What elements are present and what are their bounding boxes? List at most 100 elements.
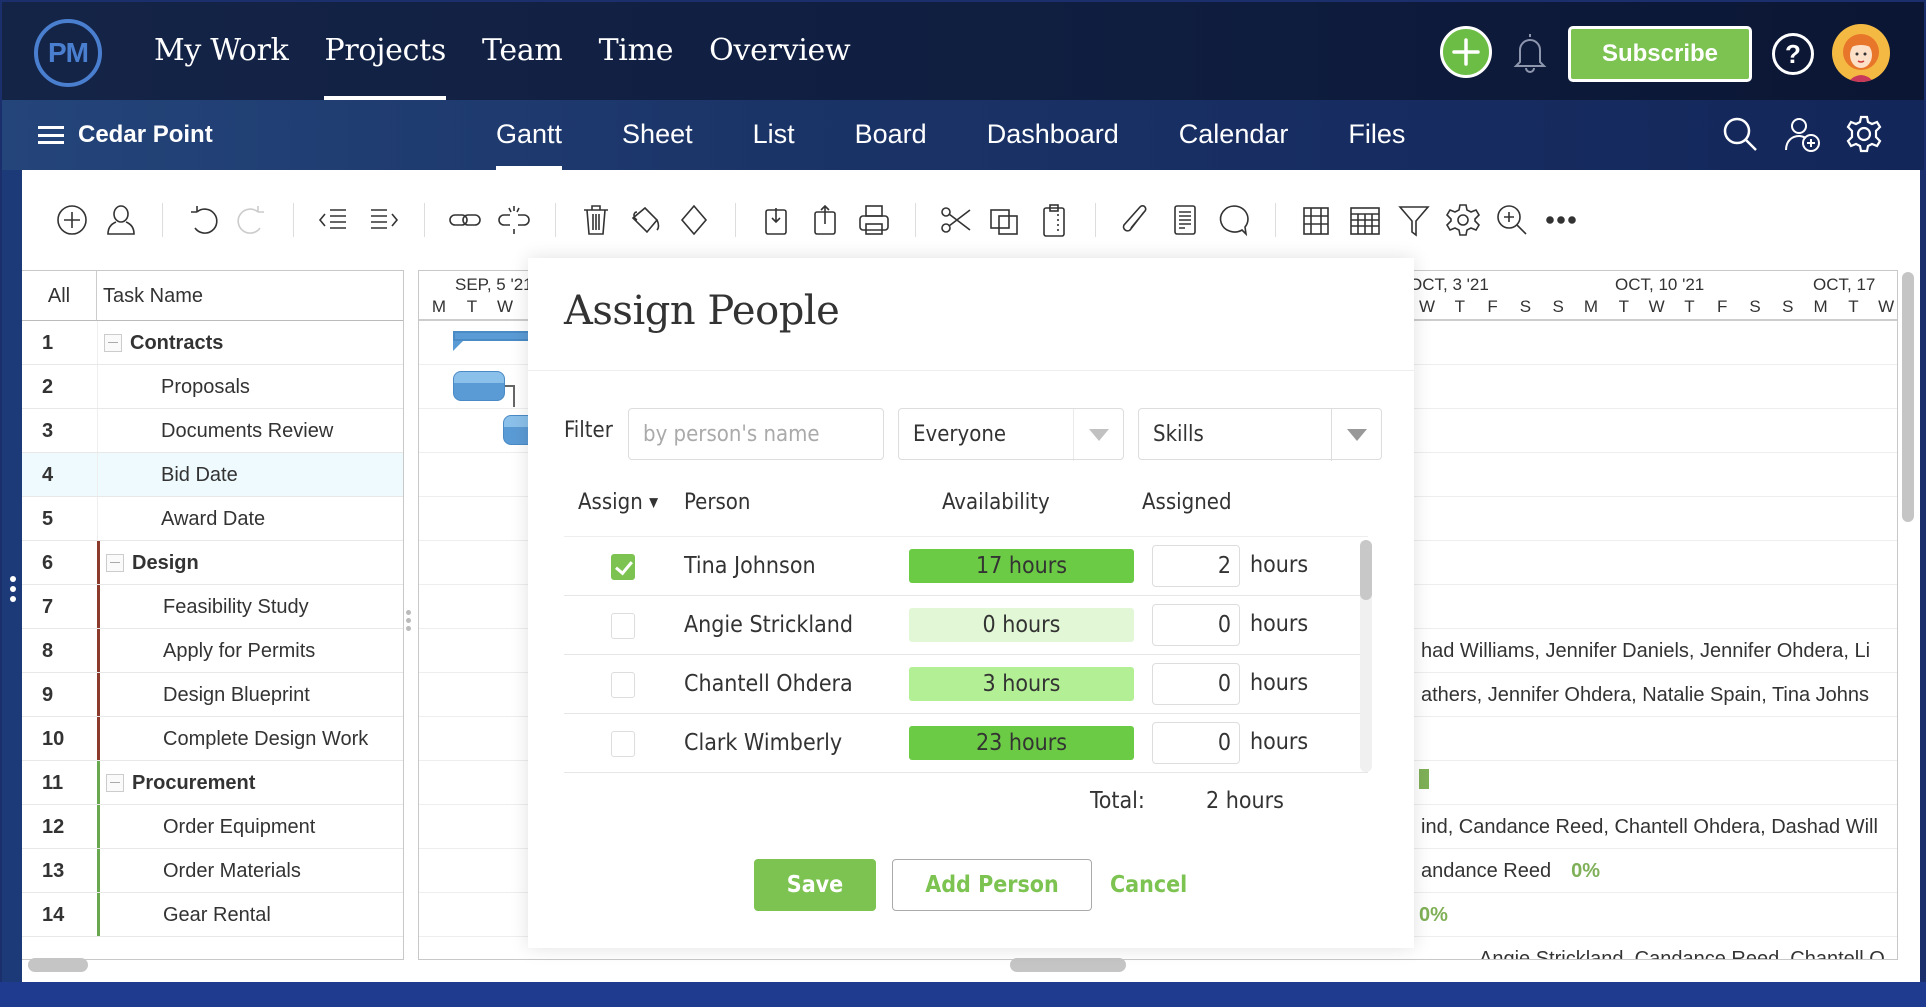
add-member-icon[interactable]: [1782, 114, 1822, 154]
zoom-button[interactable]: [1492, 200, 1532, 240]
task-row[interactable]: 2 Proposals: [22, 365, 403, 409]
search-icon[interactable]: [1720, 114, 1760, 154]
assign-column-header[interactable]: Assign ▼: [578, 490, 658, 515]
task-name[interactable]: Order Equipment: [97, 805, 403, 848]
task-row[interactable]: 5 Award Date: [22, 497, 403, 541]
collapse-icon[interactable]: [106, 553, 124, 572]
task-row[interactable]: 6 Design: [22, 541, 403, 585]
tab-files[interactable]: Files: [1318, 100, 1435, 170]
notes-button[interactable]: [1165, 200, 1205, 240]
task-name-header[interactable]: Task Name: [97, 271, 203, 320]
save-button[interactable]: Save: [754, 859, 876, 911]
settings-button[interactable]: [1443, 200, 1483, 240]
gantt-horizontal-scroll[interactable]: [1010, 958, 1126, 972]
collapse-icon[interactable]: [104, 333, 122, 352]
notifications-button[interactable]: [1510, 30, 1550, 74]
task-bar[interactable]: [453, 371, 505, 401]
task-row[interactable]: 11 Procurement: [22, 761, 403, 805]
task-row[interactable]: 7 Feasibility Study: [22, 585, 403, 629]
tab-board[interactable]: Board: [825, 100, 957, 170]
nav-team[interactable]: Team: [464, 2, 581, 100]
task-group-name[interactable]: Procurement: [97, 761, 403, 804]
tab-dashboard[interactable]: Dashboard: [957, 100, 1149, 170]
task-row[interactable]: 1 Contracts: [22, 321, 403, 365]
assigned-hours-input[interactable]: [1152, 545, 1240, 587]
collapse-icon[interactable]: [106, 773, 124, 792]
assign-button[interactable]: [101, 200, 141, 240]
cut-button[interactable]: [936, 200, 976, 240]
nav-time[interactable]: Time: [581, 2, 692, 100]
delete-button[interactable]: [576, 200, 616, 240]
vertical-scrollbar[interactable]: [1900, 270, 1918, 950]
nav-projects[interactable]: Projects: [306, 2, 464, 100]
copy-button[interactable]: [985, 200, 1025, 240]
attach-button[interactable]: [1116, 200, 1156, 240]
task-name[interactable]: Documents Review: [97, 409, 403, 452]
grid-button[interactable]: [1345, 200, 1385, 240]
task-name[interactable]: Feasibility Study: [97, 585, 403, 628]
rail-menu-icon[interactable]: [10, 576, 16, 602]
unlink-button[interactable]: [494, 200, 534, 240]
user-avatar[interactable]: [1832, 24, 1890, 82]
summary-bar-green[interactable]: [1419, 769, 1429, 789]
task-name[interactable]: Bid Date: [97, 453, 403, 496]
scroll-thumb[interactable]: [1360, 540, 1372, 600]
undo-button[interactable]: [183, 200, 223, 240]
task-name[interactable]: Gear Rental: [97, 893, 403, 936]
gear-icon[interactable]: [1844, 114, 1884, 154]
filter-button[interactable]: [1394, 200, 1434, 240]
assign-checkbox[interactable]: [611, 731, 635, 757]
milestone-button[interactable]: [674, 200, 714, 240]
export-button[interactable]: [805, 200, 845, 240]
scroll-thumb[interactable]: [1902, 272, 1914, 522]
import-button[interactable]: [756, 200, 796, 240]
columns-button[interactable]: [1296, 200, 1336, 240]
add-person-button[interactable]: Add Person: [892, 859, 1092, 911]
assigned-hours-input[interactable]: [1152, 663, 1240, 705]
tab-sheet[interactable]: Sheet: [592, 100, 723, 170]
nav-my-work[interactable]: My Work: [136, 2, 306, 100]
add-task-button[interactable]: [52, 200, 92, 240]
task-group-name[interactable]: Contracts: [97, 321, 403, 364]
more-button[interactable]: [1541, 200, 1581, 240]
global-add-button[interactable]: [1440, 26, 1492, 78]
paste-button[interactable]: [1034, 200, 1074, 240]
pm-logo[interactable]: PM: [34, 19, 102, 87]
task-name[interactable]: Proposals: [97, 365, 403, 408]
pane-splitter-icon[interactable]: [406, 610, 411, 631]
task-row[interactable]: 13 Order Materials: [22, 849, 403, 893]
grid-horizontal-scroll[interactable]: [28, 958, 88, 972]
print-button[interactable]: [854, 200, 894, 240]
assign-checkbox[interactable]: [611, 554, 635, 580]
outdent-button[interactable]: [314, 200, 354, 240]
project-menu[interactable]: Cedar Point: [38, 100, 213, 170]
skills-select[interactable]: Skills: [1138, 408, 1382, 461]
nav-overview[interactable]: Overview: [691, 2, 868, 100]
assigned-hours-input[interactable]: [1152, 722, 1240, 764]
tab-gantt[interactable]: Gantt: [478, 100, 592, 170]
task-name[interactable]: Design Blueprint: [97, 673, 403, 716]
task-group-name[interactable]: Design: [97, 541, 403, 584]
subscribe-button[interactable]: Subscribe: [1568, 26, 1752, 82]
people-list-scrollbar[interactable]: [1360, 540, 1372, 772]
assigned-hours-input[interactable]: [1152, 604, 1240, 646]
left-rail[interactable]: [2, 170, 22, 982]
select-all-header[interactable]: All: [22, 271, 97, 320]
task-row[interactable]: 3 Documents Review: [22, 409, 403, 453]
task-row[interactable]: 9 Design Blueprint: [22, 673, 403, 717]
person-filter-input[interactable]: [628, 408, 884, 460]
comment-button[interactable]: [1214, 200, 1254, 240]
task-name[interactable]: Award Date: [97, 497, 403, 540]
link-button[interactable]: [445, 200, 485, 240]
task-name[interactable]: Order Materials: [97, 849, 403, 892]
summary-bar[interactable]: [453, 331, 533, 341]
assign-checkbox[interactable]: [611, 672, 635, 698]
task-row[interactable]: 4 Bid Date: [22, 453, 403, 497]
task-row[interactable]: 14 Gear Rental: [22, 893, 403, 937]
redo-button[interactable]: [232, 200, 272, 240]
task-name[interactable]: Complete Design Work: [97, 717, 403, 760]
indent-button[interactable]: [363, 200, 403, 240]
color-button[interactable]: [625, 200, 665, 240]
task-row[interactable]: 12 Order Equipment: [22, 805, 403, 849]
tab-calendar[interactable]: Calendar: [1149, 100, 1319, 170]
